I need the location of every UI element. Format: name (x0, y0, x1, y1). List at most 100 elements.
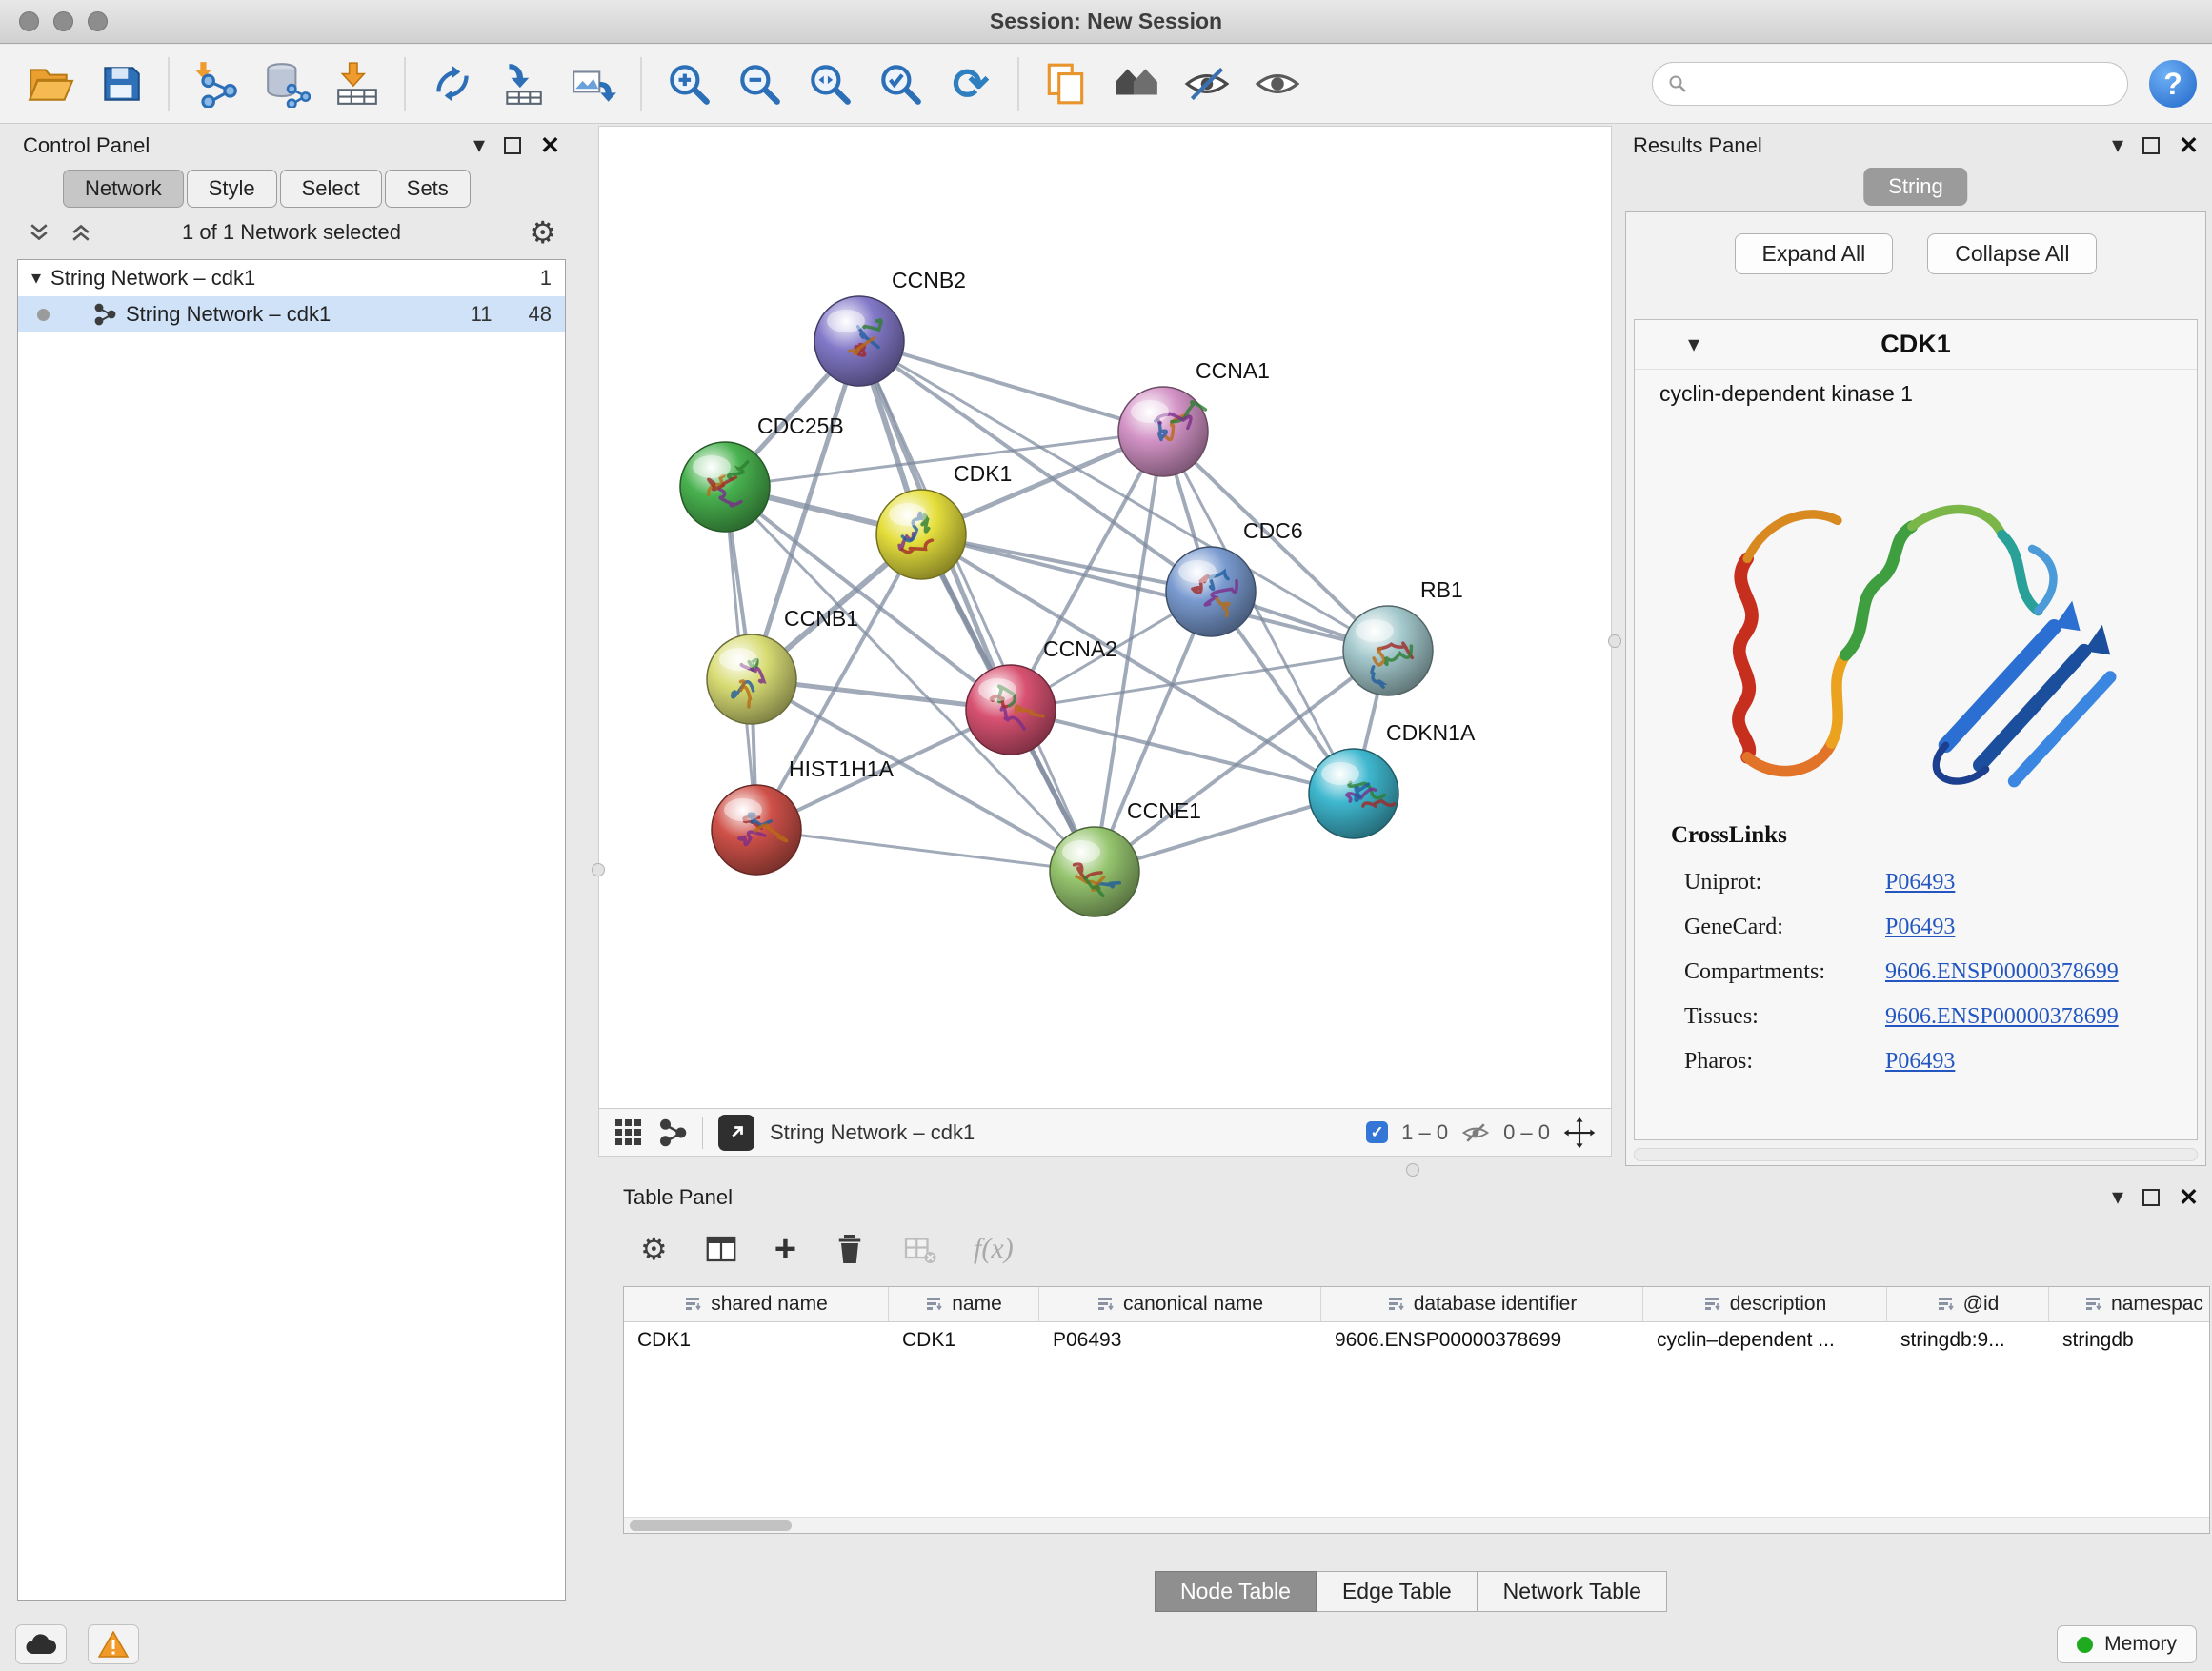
selected-checkbox-icon[interactable]: ✓ (1366, 1121, 1388, 1143)
close-panel-icon[interactable]: ✕ (2179, 134, 2199, 158)
delete-column-icon[interactable] (833, 1232, 867, 1266)
column-header[interactable]: name (889, 1287, 1039, 1321)
table-gear-icon[interactable]: ⚙ (640, 1234, 668, 1264)
network-edge[interactable] (859, 341, 1163, 432)
network-tree: ▾ String Network – cdk1 1 String Network… (17, 259, 566, 1601)
function-builder-icon[interactable]: f(x) (974, 1233, 1014, 1265)
float-panel-icon[interactable] (504, 137, 521, 154)
close-window-button[interactable] (19, 11, 39, 31)
column-header[interactable]: shared name (624, 1287, 889, 1321)
tab-string[interactable]: String (1863, 168, 1967, 206)
zoom-out-button[interactable] (724, 53, 794, 114)
network-edge[interactable] (756, 830, 1095, 872)
help-button[interactable]: ? (2149, 60, 2197, 108)
zoom-fit-button[interactable] (794, 53, 865, 114)
sync-arrows-button[interactable] (417, 53, 488, 114)
splitter-handle[interactable] (1406, 1163, 1419, 1177)
save-session-button[interactable] (86, 53, 156, 114)
network-view-icon[interactable] (658, 1118, 687, 1147)
zoom-in-button[interactable] (654, 53, 724, 114)
question-mark-icon: ? (2163, 67, 2182, 102)
tab-sets[interactable]: Sets (385, 170, 471, 208)
column-header[interactable]: database identifier (1321, 1287, 1643, 1321)
home-layout-button[interactable] (1101, 53, 1172, 114)
detach-view-button[interactable] (718, 1115, 754, 1151)
crosslink-value-link[interactable]: 9606.ENSP00000378699 (1885, 959, 2119, 985)
gear-icon[interactable]: ⚙ (529, 217, 556, 248)
warning-status-button[interactable] (88, 1624, 139, 1664)
pan-crosshair-icon[interactable] (1563, 1117, 1596, 1149)
crosslink-value-link[interactable]: 9606.ENSP00000378699 (1885, 1004, 2119, 1030)
show-graphics-details-button[interactable] (1242, 53, 1313, 114)
network-node[interactable]: RB1 (1343, 577, 1463, 695)
add-column-icon[interactable]: + (774, 1234, 796, 1264)
column-header[interactable]: description (1643, 1287, 1887, 1321)
hide-graphics-details-button[interactable] (1172, 53, 1242, 114)
expand-all-icon[interactable] (27, 220, 51, 245)
minimize-window-button[interactable] (53, 11, 73, 31)
crosslink-value-link[interactable]: P06493 (1885, 1049, 1955, 1075)
column-header[interactable]: canonical name (1039, 1287, 1321, 1321)
close-panel-icon[interactable]: ✕ (2179, 1186, 2199, 1210)
zoom-selected-button[interactable] (865, 53, 935, 114)
node-label: RB1 (1420, 577, 1463, 602)
column-header[interactable]: @id (1887, 1287, 2049, 1321)
tab-node-table[interactable]: Node Table (1155, 1571, 1317, 1612)
grid-mode-icon[interactable] (614, 1118, 643, 1147)
collapse-all-icon[interactable] (69, 220, 93, 245)
tab-select[interactable]: Select (280, 170, 382, 208)
show-columns-icon[interactable] (704, 1232, 738, 1266)
network-node[interactable]: CDK1 (876, 461, 1012, 579)
copy-document-button[interactable] (1031, 53, 1101, 114)
delete-table-icon[interactable] (903, 1232, 937, 1266)
network-node[interactable]: HIST1H1A (712, 756, 895, 875)
crosslink-value-link[interactable]: P06493 (1885, 870, 1955, 896)
cloud-status-button[interactable] (15, 1624, 67, 1664)
crosslink-value-link[interactable]: P06493 (1885, 915, 1955, 940)
import-network-from-file-button[interactable] (181, 53, 251, 114)
column-header[interactable]: namespac (2049, 1287, 2210, 1321)
close-panel-icon[interactable]: ✕ (540, 134, 560, 158)
network-node[interactable]: CDC6 (1166, 518, 1303, 636)
control-panel-tabs: NetworkStyleSelectSets (10, 166, 573, 211)
expand-all-button[interactable]: Expand All (1735, 233, 1894, 274)
tab-style[interactable]: Style (187, 170, 277, 208)
export-image-button[interactable] (558, 53, 629, 114)
application-window: Session: New Session (0, 0, 2212, 1671)
network-node[interactable]: CCNA1 (1118, 358, 1270, 476)
network-node[interactable]: CCNE1 (1050, 798, 1201, 916)
tree-expand-icon[interactable]: ▾ (31, 269, 41, 288)
crosslink-row: Pharos:P06493 (1671, 1039, 2197, 1084)
table-row[interactable]: CDK1CDK1P064939606.ENSP00000378699cyclin… (624, 1322, 2209, 1358)
splitter-handle[interactable] (592, 863, 605, 876)
tab-edge-table[interactable]: Edge Table (1317, 1571, 1478, 1612)
import-table-from-file-button[interactable] (322, 53, 392, 114)
zoom-window-button[interactable] (88, 11, 108, 31)
export-table-button[interactable] (488, 53, 558, 114)
network-row[interactable]: String Network – cdk1 11 48 (18, 296, 565, 332)
network-edge[interactable] (859, 341, 1095, 872)
network-node[interactable]: CCNB1 (707, 606, 858, 724)
horizontal-scrollbar[interactable] (624, 1517, 2209, 1533)
collapse-panel-icon[interactable]: ▾ (473, 134, 485, 157)
collapse-panel-icon[interactable]: ▾ (2112, 1186, 2123, 1209)
scrollbar-thumb[interactable] (630, 1520, 792, 1531)
open-session-button[interactable] (15, 53, 86, 114)
collapse-panel-icon[interactable]: ▾ (2112, 134, 2123, 157)
float-panel-icon[interactable] (2142, 137, 2160, 154)
collapse-all-button[interactable]: Collapse All (1927, 233, 2097, 274)
network-node[interactable]: CDKN1A (1309, 720, 1476, 838)
section-collapse-icon[interactable]: ▾ (1688, 333, 1699, 356)
hidden-eye-icon[interactable] (1461, 1118, 1490, 1147)
import-network-from-database-button[interactable] (251, 53, 322, 114)
tab-network-table[interactable]: Network Table (1478, 1571, 1667, 1612)
network-node[interactable]: CCNB2 (814, 268, 966, 386)
float-panel-icon[interactable] (2142, 1189, 2160, 1206)
network-canvas[interactable]: CCNB2CCNA1CDC25BCDK1CDC6RB1CCNB1CCNA2CDK… (599, 127, 1611, 1108)
tab-network[interactable]: Network (63, 170, 184, 208)
refresh-network-button[interactable]: ⟳ (935, 53, 1006, 114)
search-input[interactable] (1697, 71, 2112, 96)
results-scrollbar[interactable] (1634, 1148, 2198, 1161)
memory-button[interactable]: Memory (2057, 1625, 2197, 1663)
network-collection-row[interactable]: ▾ String Network – cdk1 1 (18, 260, 565, 296)
